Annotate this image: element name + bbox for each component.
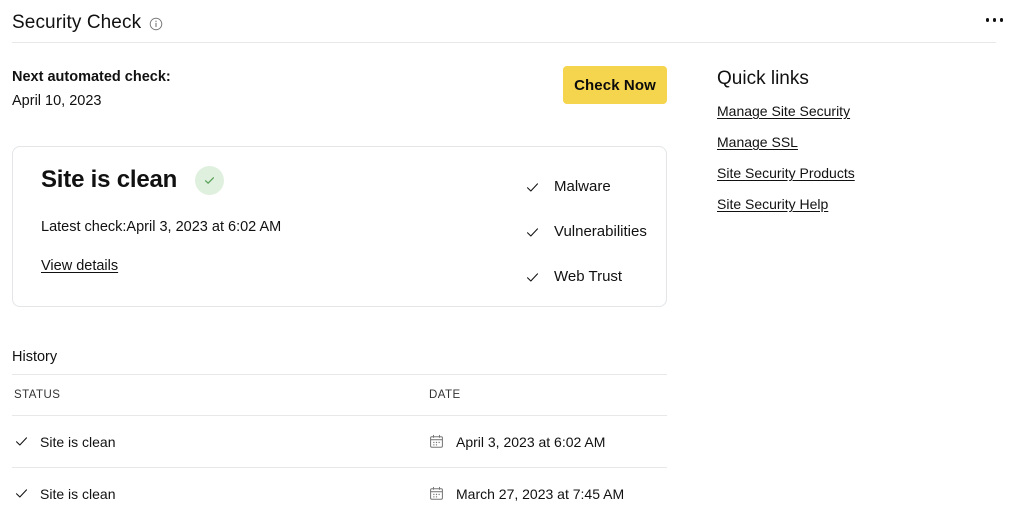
status-badge	[195, 166, 224, 195]
latest-check-text: Latest check:April 3, 2023 at 6:02 AM	[41, 217, 281, 238]
quick-link-site-security-products[interactable]: Site Security Products	[717, 165, 855, 181]
check-icon	[14, 434, 29, 449]
status-title: Site is clean	[41, 163, 177, 197]
more-horizontal-icon[interactable]	[982, 14, 1008, 26]
check-icon	[525, 270, 540, 285]
list-item: Site Security Products	[717, 165, 1007, 183]
page-title: Security Check	[12, 11, 141, 35]
check-item-malware: Malware	[525, 177, 647, 197]
quick-link-manage-ssl[interactable]: Manage SSL	[717, 134, 798, 150]
check-item-label: Vulnerabilities	[554, 222, 647, 242]
history-heading: History	[12, 347, 57, 367]
site-status-card: Site is clean Latest check:April 3, 2023…	[12, 146, 667, 307]
check-item-label: Web Trust	[554, 267, 622, 287]
next-check-label: Next automated check:	[12, 67, 432, 88]
check-item-web-trust: Web Trust	[525, 267, 647, 287]
quick-links-title: Quick links	[717, 66, 1007, 92]
quick-links-section: Quick links Manage Site Security Manage …	[717, 66, 1007, 227]
table-row[interactable]: Site is clean April 3, 2023 at 6:02 AM	[12, 416, 667, 467]
quick-links-list: Manage Site Security Manage SSL Site Sec…	[717, 103, 1007, 214]
quick-link-site-security-help[interactable]: Site Security Help	[717, 196, 828, 212]
cell-date: April 3, 2023 at 6:02 AM	[429, 434, 667, 450]
column-header-status: STATUS	[12, 389, 429, 401]
status-text: Site is clean	[40, 434, 115, 450]
next-check-date: April 10, 2023	[12, 91, 432, 112]
date-text: March 27, 2023 at 7:45 AM	[456, 486, 624, 502]
next-automated-check: Next automated check: April 10, 2023	[12, 67, 432, 112]
check-icon	[14, 486, 29, 501]
history-table: STATUS DATE Site is clean	[12, 374, 667, 518]
check-item-vulnerabilities: Vulnerabilities	[525, 222, 647, 242]
view-details-link[interactable]: View details	[41, 258, 118, 274]
column-header-date: DATE	[429, 389, 667, 401]
table-row[interactable]: Site is clean March 27, 2023 at 7:45 AM	[12, 468, 667, 518]
header-divider	[12, 42, 996, 43]
date-text: April 3, 2023 at 6:02 AM	[456, 434, 605, 450]
quick-link-manage-site-security[interactable]: Manage Site Security	[717, 103, 850, 119]
status-text: Site is clean	[40, 486, 115, 502]
cell-status: Site is clean	[12, 486, 429, 502]
table-header-row: STATUS DATE	[12, 375, 667, 415]
status-card-summary: Site is clean Latest check:April 3, 2023…	[41, 163, 281, 275]
info-circle-icon[interactable]	[149, 17, 163, 31]
cell-status: Site is clean	[12, 434, 429, 450]
check-icon	[525, 225, 540, 240]
cell-date: March 27, 2023 at 7:45 AM	[429, 486, 667, 502]
check-now-button[interactable]: Check Now	[563, 66, 667, 104]
security-checks-list: Malware Vulnerabilities Web Trust	[525, 177, 647, 287]
page-header: Security Check	[0, 0, 1024, 43]
check-item-label: Malware	[554, 177, 611, 197]
check-icon	[525, 180, 540, 195]
list-item: Manage Site Security	[717, 103, 1007, 121]
list-item: Manage SSL	[717, 134, 1007, 152]
list-item: Site Security Help	[717, 196, 1007, 214]
security-check-page: Security Check Next automated check: Apr…	[0, 0, 1024, 518]
page-title-group: Security Check	[12, 11, 163, 35]
check-circle-icon	[203, 174, 216, 187]
calendar-icon	[429, 434, 444, 449]
status-title-row: Site is clean	[41, 163, 281, 197]
calendar-icon	[429, 486, 444, 501]
